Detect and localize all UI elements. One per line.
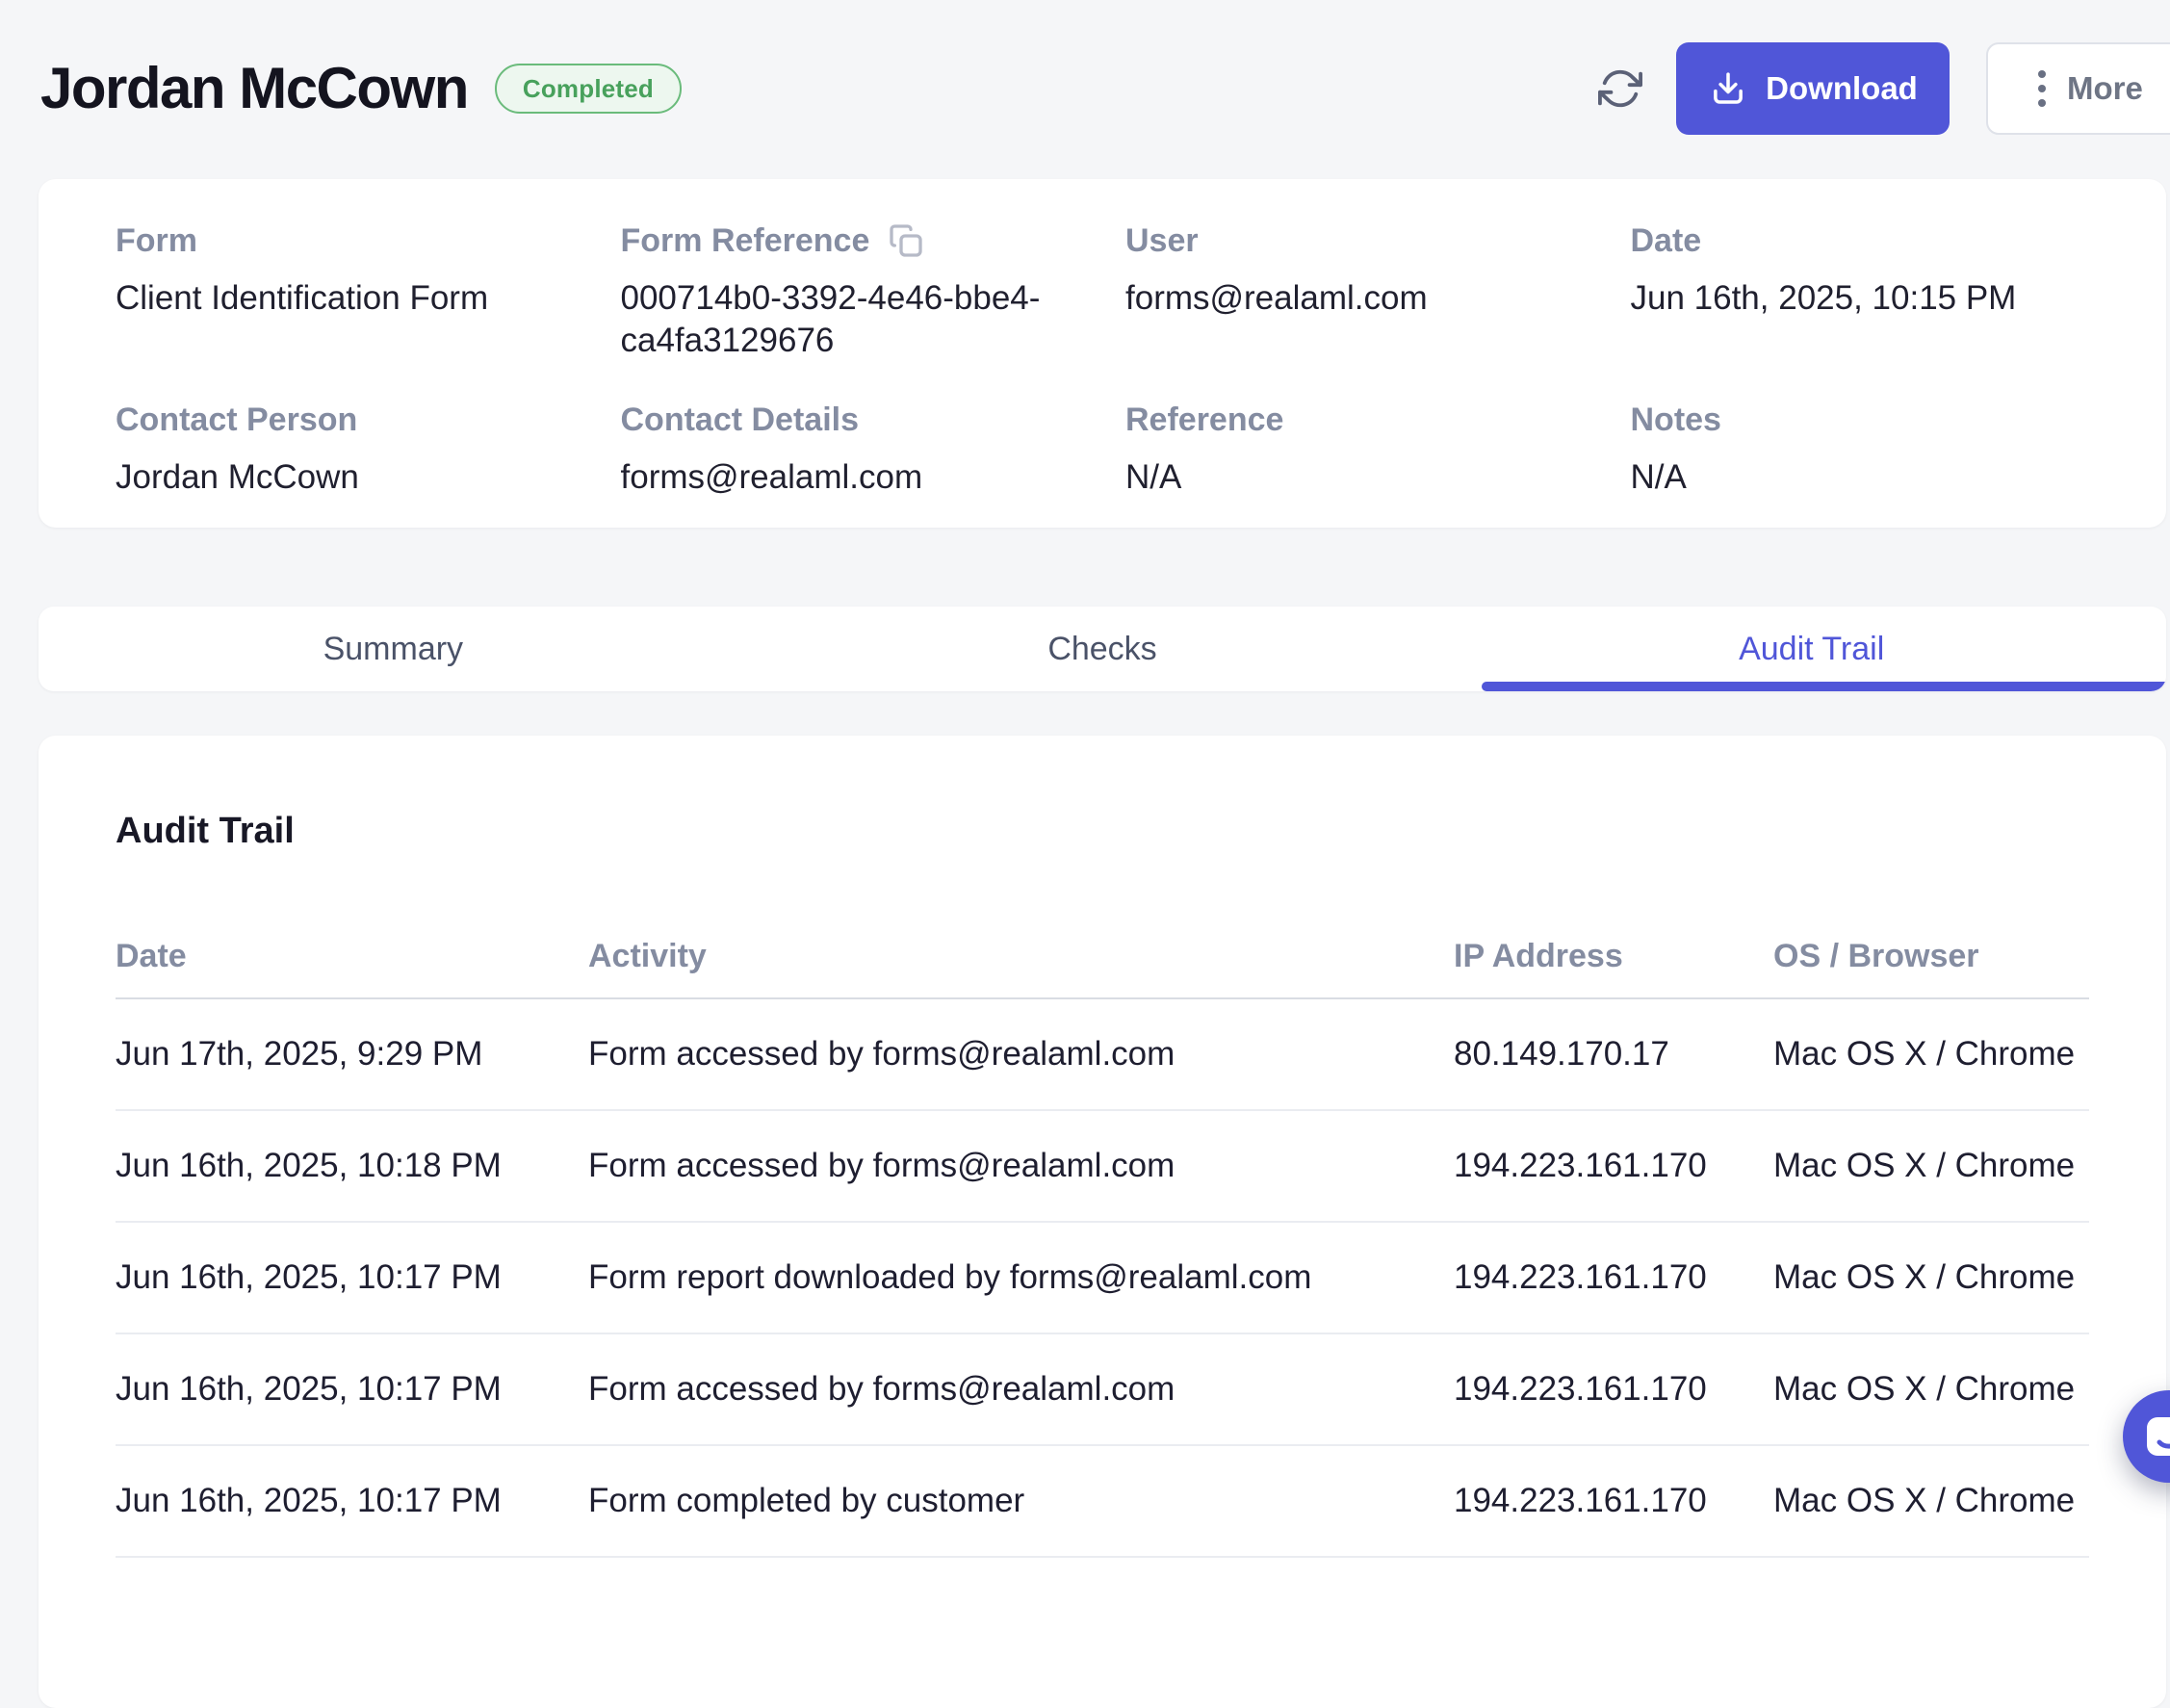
download-icon (1708, 68, 1748, 109)
field-form: Form Client Identification Form (116, 221, 575, 362)
cell-activity: Form accessed by forms@realaml.com (588, 1147, 1454, 1185)
cell-activity: Form accessed by forms@realaml.com (588, 1035, 1454, 1074)
field-label: Notes (1631, 401, 1721, 439)
cell-ip: 194.223.161.170 (1454, 1147, 1773, 1185)
field-value: Client Identification Form (116, 277, 575, 320)
table-row: Jun 16th, 2025, 10:17 PM Form accessed b… (116, 1334, 2089, 1446)
cell-date: Jun 16th, 2025, 10:17 PM (116, 1482, 588, 1520)
refresh-icon (1598, 66, 1642, 111)
kebab-icon (2038, 70, 2046, 107)
field-label: Form (116, 221, 197, 260)
cell-date: Jun 16th, 2025, 10:17 PM (116, 1258, 588, 1297)
field-value: Jun 16th, 2025, 10:15 PM (1631, 277, 2090, 320)
field-value: N/A (1125, 456, 1585, 499)
audit-trail-table: Date Activity IP Address OS / Browser Ju… (116, 915, 2089, 1558)
page-title: Jordan McCown (40, 54, 468, 123)
field-label: Date (1631, 221, 1702, 260)
chat-icon (2142, 1410, 2170, 1463)
column-header-date: Date (116, 938, 588, 975)
audit-trail-card: Audit Trail Date Activity IP Address OS … (39, 736, 2166, 1708)
tab-bar: Summary Checks Audit Trail (39, 607, 2166, 691)
table-row: Jun 16th, 2025, 10:17 PM Form completed … (116, 1446, 2089, 1558)
cell-date: Jun 16th, 2025, 10:18 PM (116, 1147, 588, 1185)
download-button[interactable]: Download (1676, 42, 1950, 135)
field-contact-details: Contact Details forms@realaml.com (621, 401, 1080, 499)
field-value: 000714b0-3392-4e46-bbe4-ca4fa3129676 (621, 277, 1080, 362)
field-label: Reference (1125, 401, 1283, 439)
cell-os-browser: Mac OS X / Chrome (1773, 1035, 2089, 1074)
column-header-ip: IP Address (1454, 938, 1773, 975)
section-title: Audit Trail (116, 809, 2089, 853)
field-value: forms@realaml.com (1125, 277, 1585, 320)
field-value: forms@realaml.com (621, 456, 1080, 499)
column-header-activity: Activity (588, 938, 1454, 975)
cell-ip: 80.149.170.17 (1454, 1035, 1773, 1074)
cell-activity: Form accessed by forms@realaml.com (588, 1370, 1454, 1409)
header-actions: Download More (1595, 42, 2170, 135)
field-notes: Notes N/A (1631, 401, 2090, 499)
field-label: Contact Person (116, 401, 357, 439)
field-label: Contact Details (621, 401, 860, 439)
cell-activity: Form report downloaded by forms@realaml.… (588, 1258, 1454, 1297)
field-reference: Reference N/A (1125, 401, 1585, 499)
table-row: Jun 16th, 2025, 10:18 PM Form accessed b… (116, 1111, 2089, 1223)
field-contact-person: Contact Person Jordan McCown (116, 401, 575, 499)
field-label: Form Reference (621, 221, 870, 260)
field-form-reference: Form Reference 000714b0-3392-4e46-bbe4-c… (621, 221, 1080, 362)
form-summary-card: Form Client Identification Form Form Ref… (39, 179, 2166, 528)
copy-reference-button[interactable] (887, 221, 925, 260)
cell-os-browser: Mac OS X / Chrome (1773, 1258, 2089, 1297)
tab-audit-trail[interactable]: Audit Trail (1457, 607, 2166, 691)
field-value: N/A (1631, 456, 2090, 499)
more-label: More (2067, 70, 2143, 107)
status-badge: Completed (495, 64, 682, 114)
cell-os-browser: Mac OS X / Chrome (1773, 1370, 2089, 1409)
cell-ip: 194.223.161.170 (1454, 1258, 1773, 1297)
more-button[interactable]: More (1986, 42, 2170, 135)
cell-date: Jun 16th, 2025, 10:17 PM (116, 1370, 588, 1409)
cell-ip: 194.223.161.170 (1454, 1370, 1773, 1409)
table-header-row: Date Activity IP Address OS / Browser (116, 915, 2089, 999)
page: Jordan McCown Completed Download (0, 0, 2170, 1708)
copy-icon (887, 221, 925, 260)
field-label: User (1125, 221, 1199, 260)
tab-summary[interactable]: Summary (39, 607, 748, 691)
refresh-button[interactable] (1595, 64, 1645, 114)
field-value: Jordan McCown (116, 456, 575, 499)
column-header-os-browser: OS / Browser (1773, 938, 2089, 975)
tab-checks[interactable]: Checks (748, 607, 1458, 691)
table-row: Jun 17th, 2025, 9:29 PM Form accessed by… (116, 999, 2089, 1111)
cell-ip: 194.223.161.170 (1454, 1482, 1773, 1520)
cell-activity: Form completed by customer (588, 1482, 1454, 1520)
field-date: Date Jun 16th, 2025, 10:15 PM (1631, 221, 2090, 362)
page-header: Jordan McCown Completed Download (0, 0, 2170, 135)
title-group: Jordan McCown Completed (40, 54, 682, 123)
cell-os-browser: Mac OS X / Chrome (1773, 1482, 2089, 1520)
download-label: Download (1766, 70, 1918, 107)
cell-os-browser: Mac OS X / Chrome (1773, 1147, 2089, 1185)
cell-date: Jun 17th, 2025, 9:29 PM (116, 1035, 588, 1074)
field-user: User forms@realaml.com (1125, 221, 1585, 362)
table-row: Jun 16th, 2025, 10:17 PM Form report dow… (116, 1223, 2089, 1334)
